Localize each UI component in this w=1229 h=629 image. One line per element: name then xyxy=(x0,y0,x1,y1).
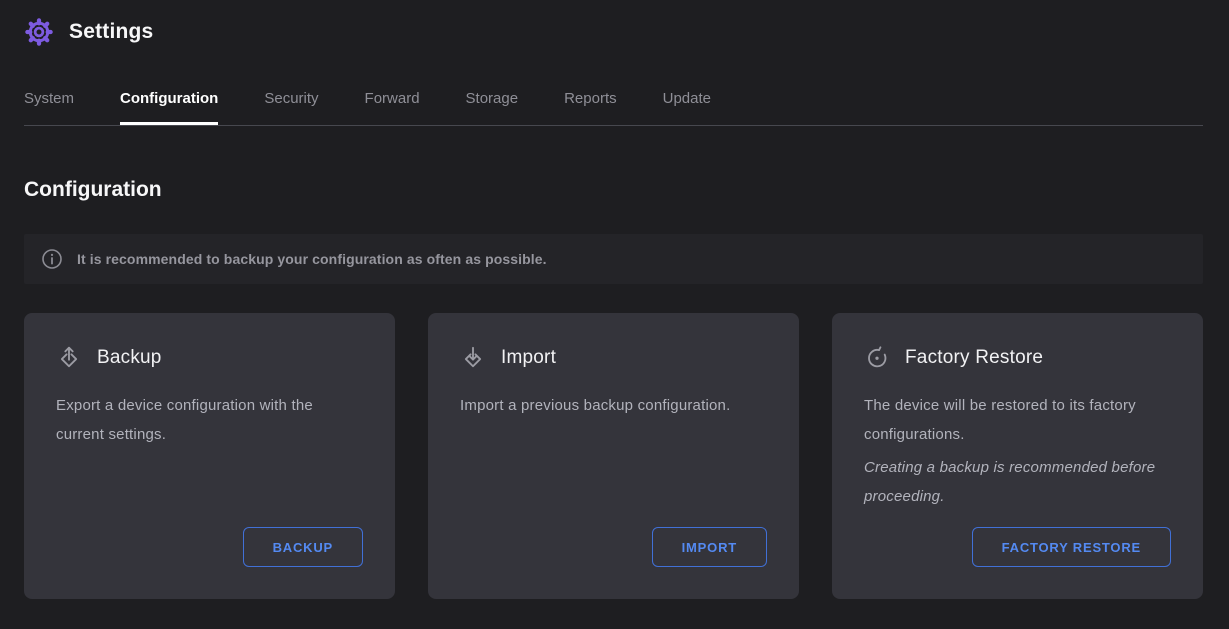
app-header: Settings xyxy=(0,0,1229,47)
tab-security[interactable]: Security xyxy=(264,91,318,125)
card-backup-description: Export a device configuration with the c… xyxy=(56,391,363,449)
card-factory-restore-title: Factory Restore xyxy=(905,347,1043,369)
tab-reports[interactable]: Reports xyxy=(564,91,617,125)
card-backup-title: Backup xyxy=(97,347,162,369)
card-factory-restore-header: Factory Restore xyxy=(864,343,1171,373)
restore-icon xyxy=(864,345,890,371)
card-grid: Backup Export a device configuration wit… xyxy=(24,313,1203,599)
app-title: Settings xyxy=(69,20,153,44)
info-banner: It is recommended to backup your configu… xyxy=(24,234,1203,284)
card-factory-restore: Factory Restore The device will be resto… xyxy=(832,313,1203,599)
tab-update[interactable]: Update xyxy=(663,91,711,125)
download-icon xyxy=(460,345,486,371)
info-icon xyxy=(41,248,63,270)
gear-icon xyxy=(24,17,54,47)
card-backup-header: Backup xyxy=(56,343,363,373)
card-factory-restore-note: Creating a backup is recommended before … xyxy=(864,453,1171,511)
tab-bar: System Configuration Security Forward St… xyxy=(24,91,1203,126)
tab-storage[interactable]: Storage xyxy=(466,91,519,125)
card-backup: Backup Export a device configuration wit… xyxy=(24,313,395,599)
card-import-title: Import xyxy=(501,347,556,369)
card-import-header: Import xyxy=(460,343,767,373)
tab-configuration[interactable]: Configuration xyxy=(120,91,218,125)
backup-button[interactable]: BACKUP xyxy=(243,527,363,567)
import-button[interactable]: IMPORT xyxy=(652,527,767,567)
card-import-description: Import a previous backup configuration. xyxy=(460,391,767,420)
configuration-page: Configuration It is recommended to backu… xyxy=(0,179,1229,599)
page-title: Configuration xyxy=(24,179,1205,201)
banner-text: It is recommended to backup your configu… xyxy=(77,251,547,267)
card-factory-restore-description: The device will be restored to its facto… xyxy=(864,391,1171,449)
upload-icon xyxy=(56,345,82,371)
factory-restore-button[interactable]: FACTORY RESTORE xyxy=(972,527,1171,567)
card-import: Import Import a previous backup configur… xyxy=(428,313,799,599)
tab-system[interactable]: System xyxy=(24,91,74,125)
tab-forward[interactable]: Forward xyxy=(365,91,420,125)
